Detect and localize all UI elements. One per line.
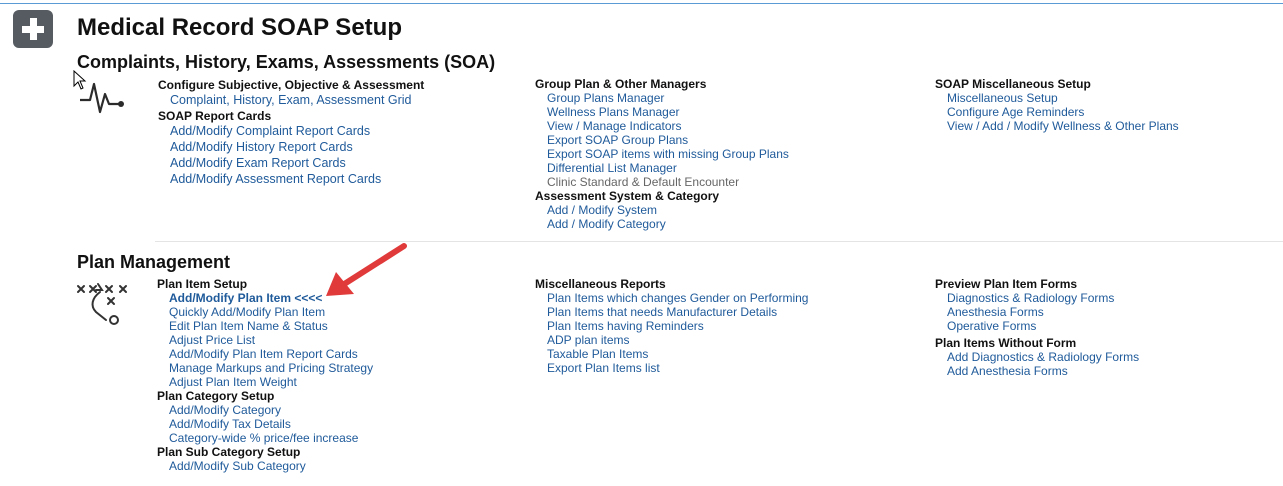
top-border: [0, 3, 1283, 4]
link-markups-pricing[interactable]: Manage Markups and Pricing Strategy: [157, 361, 373, 375]
link-adjust-plan-item-weight[interactable]: Adjust Plan Item Weight: [157, 375, 373, 389]
plan-column-1: Plan Item Setup Add/Modify Plan Item <<<…: [157, 277, 373, 473]
link-differential-list-manager[interactable]: Differential List Manager: [535, 161, 789, 175]
link-export-soap-group-plans[interactable]: Export SOAP Group Plans: [535, 133, 789, 147]
link-add-modify-sub-category[interactable]: Add/Modify Sub Category: [157, 459, 373, 473]
link-plan-item-report-cards[interactable]: Add/Modify Plan Item Report Cards: [157, 347, 373, 361]
link-quick-add-plan-item[interactable]: Quickly Add/Modify Plan Item: [157, 305, 373, 319]
link-operative-forms[interactable]: Operative Forms: [935, 319, 1139, 333]
link-add-modify-tax-details[interactable]: Add/Modify Tax Details: [157, 417, 373, 431]
group-title-preview-forms: Preview Plan Item Forms: [935, 277, 1078, 291]
group-title-plan-sub-category: Plan Sub Category Setup: [157, 445, 301, 459]
link-export-missing-group-plans[interactable]: Export SOAP items with missing Group Pla…: [535, 147, 789, 161]
link-edit-plan-item-name[interactable]: Edit Plan Item Name & Status: [157, 319, 373, 333]
group-title-assessment-system: Assessment System & Category: [535, 189, 720, 203]
link-export-plan-items[interactable]: Export Plan Items list: [535, 361, 808, 375]
link-add-modify-system[interactable]: Add / Modify System: [535, 203, 789, 217]
link-group-plans-manager[interactable]: Group Plans Manager: [535, 91, 789, 105]
soa-column-1: Configure Subjective, Objective & Assess…: [158, 78, 424, 187]
link-wellness-plans-manager[interactable]: Wellness Plans Manager: [535, 105, 789, 119]
link-exam-report-cards[interactable]: Add/Modify Exam Report Cards: [158, 155, 424, 171]
strategy-play-icon: [77, 283, 127, 325]
group-title-group-plan: Group Plan & Other Managers: [535, 77, 707, 91]
link-manage-indicators[interactable]: View / Manage Indicators: [535, 119, 789, 133]
link-adjust-price-list[interactable]: Adjust Price List: [157, 333, 373, 347]
plan-column-3: Preview Plan Item Forms Diagnostics & Ra…: [935, 277, 1139, 378]
link-complaint-report-cards[interactable]: Add/Modify Complaint Report Cards: [158, 123, 424, 139]
group-title-configure: Configure Subjective, Objective & Assess…: [158, 78, 425, 92]
mouse-cursor-icon: [73, 70, 87, 90]
link-assessment-report-cards[interactable]: Add/Modify Assessment Report Cards: [158, 171, 424, 187]
link-add-modify-category[interactable]: Add / Modify Category: [535, 217, 789, 231]
link-wellness-other-plans[interactable]: View / Add / Modify Wellness & Other Pla…: [935, 119, 1179, 133]
page-title: Medical Record SOAP Setup: [77, 14, 402, 41]
link-add-anesthesia-forms[interactable]: Add Anesthesia Forms: [935, 364, 1139, 378]
link-category-price-increase[interactable]: Category-wide % price/fee increase: [157, 431, 373, 445]
link-miscellaneous-setup[interactable]: Miscellaneous Setup: [935, 91, 1179, 105]
link-anesthesia-forms[interactable]: Anesthesia Forms: [935, 305, 1139, 319]
link-complaint-grid[interactable]: Complaint, History, Exam, Assessment Gri…: [158, 92, 424, 108]
group-title-misc-reports: Miscellaneous Reports: [535, 277, 666, 291]
link-adp-plan-items[interactable]: ADP plan items: [535, 333, 808, 347]
plan-column-2: Miscellaneous Reports Plan Items which c…: [535, 277, 808, 375]
link-clinic-standard-encounter[interactable]: Clinic Standard & Default Encounter: [535, 175, 789, 189]
link-add-modify-plan-category[interactable]: Add/Modify Category: [157, 403, 373, 417]
link-manufacturer-details[interactable]: Plan Items that needs Manufacturer Detai…: [535, 305, 808, 319]
link-diagnostics-radiology-forms[interactable]: Diagnostics & Radiology Forms: [935, 291, 1139, 305]
link-history-report-cards[interactable]: Add/Modify History Report Cards: [158, 139, 424, 155]
link-having-reminders[interactable]: Plan Items having Reminders: [535, 319, 808, 333]
plus-icon[interactable]: [13, 10, 53, 48]
link-taxable-plan-items[interactable]: Taxable Plan Items: [535, 347, 808, 361]
group-title-soap-report-cards: SOAP Report Cards: [158, 109, 272, 123]
section-title-soa: Complaints, History, Exams, Assessments …: [77, 52, 496, 72]
section-title-plan: Plan Management: [77, 252, 231, 272]
soa-column-2: Group Plan & Other Managers Group Plans …: [535, 77, 789, 231]
group-title-soap-misc: SOAP Miscellaneous Setup: [935, 77, 1091, 91]
group-title-plan-category: Plan Category Setup: [157, 389, 275, 403]
link-configure-age-reminders[interactable]: Configure Age Reminders: [935, 105, 1179, 119]
link-add-diagnostics-forms[interactable]: Add Diagnostics & Radiology Forms: [935, 350, 1139, 364]
red-arrow-icon: [326, 243, 407, 296]
group-title-without-form: Plan Items Without Form: [935, 336, 1077, 350]
soa-column-3: SOAP Miscellaneous Setup Miscellaneous S…: [935, 77, 1179, 133]
link-gender-on-performing[interactable]: Plan Items which changes Gender on Perfo…: [535, 291, 808, 305]
